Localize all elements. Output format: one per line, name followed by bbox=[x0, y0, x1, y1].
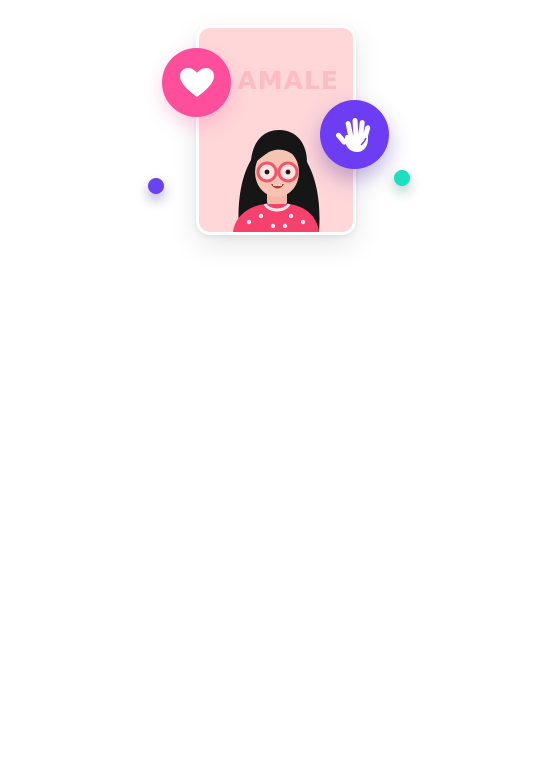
decorative-purple-dot bbox=[148, 178, 164, 194]
wave-badge bbox=[320, 100, 389, 169]
onboarding-stage: AMALE bbox=[0, 0, 560, 760]
decorative-teal-dot bbox=[394, 170, 410, 186]
waving-hand-icon bbox=[335, 117, 370, 152]
like-badge bbox=[162, 48, 231, 117]
heart-icon bbox=[179, 67, 214, 97]
